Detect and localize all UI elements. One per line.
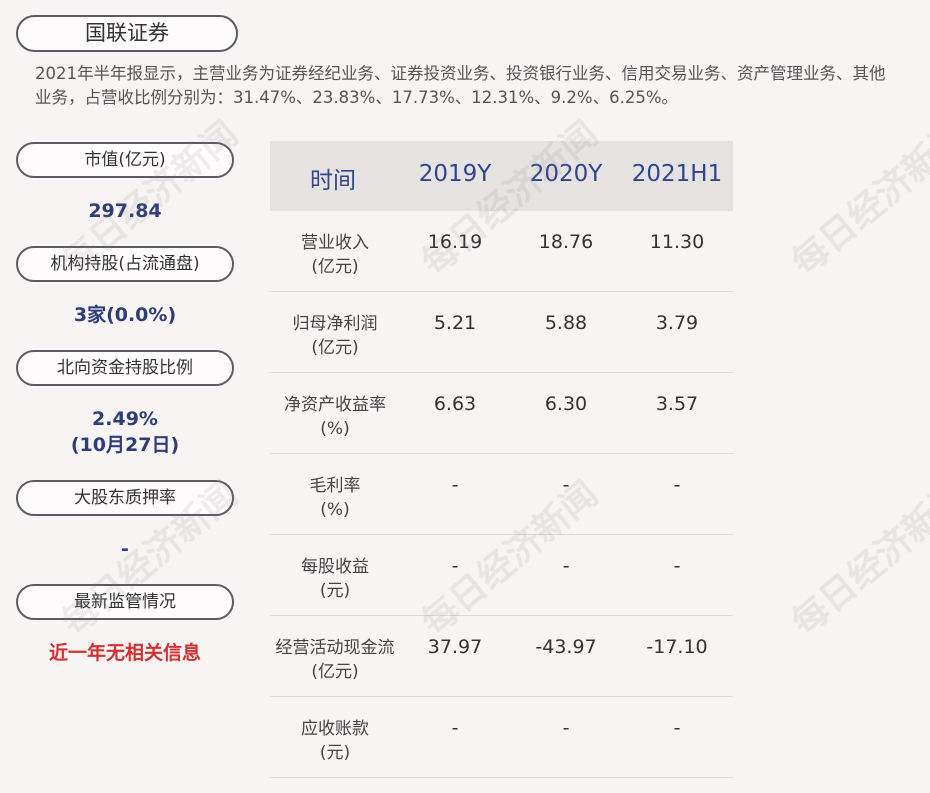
- row-label: 毛利率 (%): [270, 474, 400, 522]
- row-label-unit: (元): [319, 743, 351, 763]
- row-label-main: 毛利率: [309, 476, 361, 496]
- row-label-main: 归母净利润: [292, 314, 378, 334]
- row-label: 营业收入 (亿元): [270, 231, 400, 279]
- pledge-rate-label: 大股东质押率: [16, 480, 234, 516]
- business-summary: 2021年半年报显示，主营业务为证券经纪业务、证券投资业务、投资银行业务、信用交…: [35, 64, 886, 107]
- cell-2021h1: -17.10: [646, 636, 708, 658]
- table-row: 净资产收益率 (%) 6.63 6.30 3.57: [270, 373, 733, 454]
- pledge-rate-value: -: [121, 538, 129, 560]
- institution-holding-label: 机构持股(占流通盘): [16, 246, 234, 282]
- watermark-text: 每日经济新闻: [783, 472, 930, 644]
- cell-2020: -: [562, 555, 570, 577]
- row-label-unit: (亿元): [311, 257, 359, 277]
- row-label-unit: (亿元): [311, 338, 359, 358]
- cell-2019: 16.19: [427, 231, 483, 253]
- cell-2019: -: [451, 474, 459, 496]
- cell-2019: -: [451, 717, 459, 739]
- financial-table: 时间 2019Y 2020Y 2021H1 营业收入 (亿元) 16.19 18.76…: [270, 141, 733, 778]
- row-label: 净资产收益率 (%): [270, 393, 400, 441]
- market-cap-label: 市值(亿元): [16, 142, 234, 178]
- row-label-main: 每股收益: [301, 557, 369, 577]
- cell-2020: -43.97: [535, 636, 597, 658]
- cell-2021h1: -: [673, 717, 681, 739]
- company-name: 国联证券: [16, 15, 238, 52]
- cell-2019: 37.97: [427, 636, 483, 658]
- cell-2021h1: 11.30: [649, 231, 705, 253]
- row-label-unit: (元): [319, 581, 351, 601]
- header-time: 时间: [310, 168, 356, 194]
- header-2020: 2020Y: [529, 161, 603, 187]
- cell-2020: 18.76: [538, 231, 594, 253]
- header-2019: 2019Y: [418, 161, 492, 187]
- row-label: 归母净利润 (亿元): [270, 312, 400, 360]
- cell-2019: -: [451, 555, 459, 577]
- table-row: 应收账款 (元) - - -: [270, 697, 733, 778]
- table-row: 营业收入 (亿元) 16.19 18.76 11.30: [270, 211, 733, 292]
- row-label: 每股收益 (元): [270, 555, 400, 603]
- table-header: 时间 2019Y 2020Y 2021H1: [270, 141, 733, 211]
- cell-2019: 6.63: [433, 393, 477, 415]
- row-label-unit: (%): [320, 500, 350, 520]
- watermark-text: 每日经济新闻: [783, 112, 930, 284]
- row-label-main: 营业收入: [301, 233, 369, 253]
- northbound-label: 北向资金持股比例: [16, 350, 234, 386]
- cell-2021h1: 3.79: [655, 312, 699, 334]
- header-2021h1: 2021H1: [631, 161, 723, 187]
- institution-holding-value: 3家(0.0%): [73, 304, 177, 326]
- cell-2020: 5.88: [544, 312, 588, 334]
- market-cap-value: 297.84: [88, 200, 162, 222]
- cell-2020: -: [562, 474, 570, 496]
- regulation-label: 最新监管情况: [16, 584, 234, 620]
- northbound-date: (10月27日): [70, 434, 180, 456]
- cell-2021h1: -: [673, 555, 681, 577]
- row-label: 应收账款 (元): [270, 717, 400, 765]
- cell-2020: 6.30: [544, 393, 588, 415]
- row-label-main: 净资产收益率: [284, 395, 386, 415]
- cell-2021h1: -: [673, 474, 681, 496]
- cell-2020: -: [562, 717, 570, 739]
- table-row: 每股收益 (元) - - -: [270, 535, 733, 616]
- northbound-value: 2.49%: [92, 408, 158, 430]
- regulation-value: 近一年无相关信息: [48, 642, 201, 664]
- table-row: 毛利率 (%) - - -: [270, 454, 733, 535]
- table-row: 经营活动现金流 (亿元) 37.97 -43.97 -17.10: [270, 616, 733, 697]
- row-label: 经营活动现金流 (亿元): [270, 636, 400, 684]
- row-label-unit: (亿元): [311, 662, 359, 682]
- row-label-unit: (%): [320, 419, 350, 439]
- cell-2019: 5.21: [433, 312, 477, 334]
- table-row: 归母净利润 (亿元) 5.21 5.88 3.79: [270, 292, 733, 373]
- cell-2021h1: 3.57: [655, 393, 699, 415]
- row-label-main: 经营活动现金流: [275, 638, 395, 658]
- row-label-main: 应收账款: [301, 719, 369, 739]
